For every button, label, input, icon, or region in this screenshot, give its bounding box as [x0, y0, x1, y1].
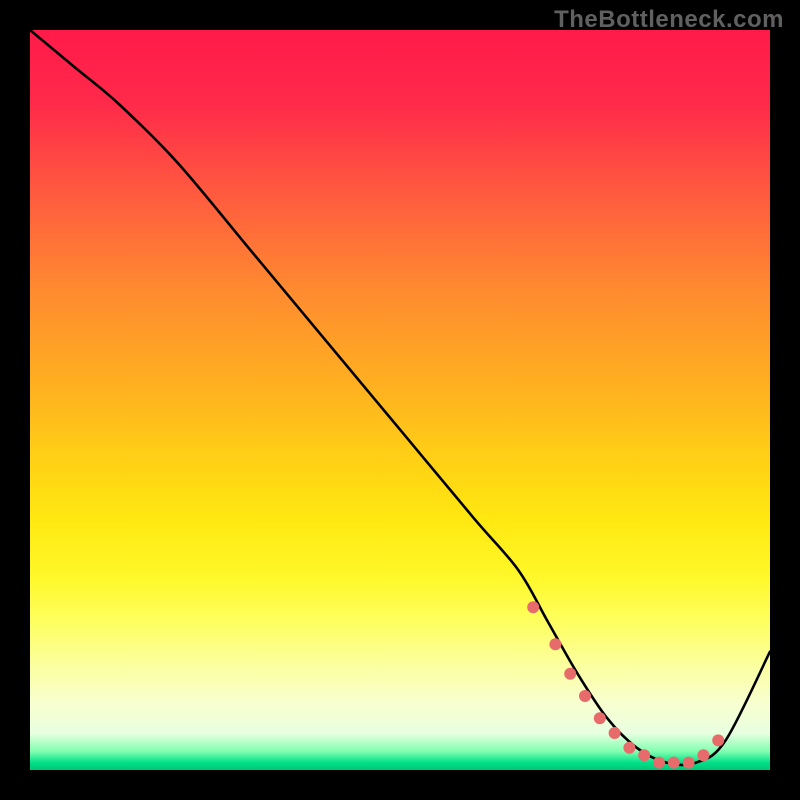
- chart-svg: [30, 30, 770, 770]
- highlight-dot: [609, 727, 621, 739]
- highlight-dot: [594, 712, 606, 724]
- highlight-dot: [638, 749, 650, 761]
- chart-frame: TheBottleneck.com: [0, 0, 800, 800]
- highlight-dot: [623, 742, 635, 754]
- highlight-dot: [683, 757, 695, 769]
- plot-area: [30, 30, 770, 770]
- watermark-text: TheBottleneck.com: [554, 6, 784, 34]
- highlight-dot: [653, 757, 665, 769]
- highlight-dot: [579, 690, 591, 702]
- highlight-dot: [549, 638, 561, 650]
- highlight-dot: [527, 601, 539, 613]
- highlight-dot: [668, 757, 680, 769]
- highlight-dot: [712, 734, 724, 746]
- highlight-dot: [697, 749, 709, 761]
- highlight-dot: [564, 668, 576, 680]
- highlight-dots-group: [527, 601, 724, 768]
- bottleneck-curve-line: [30, 30, 770, 765]
